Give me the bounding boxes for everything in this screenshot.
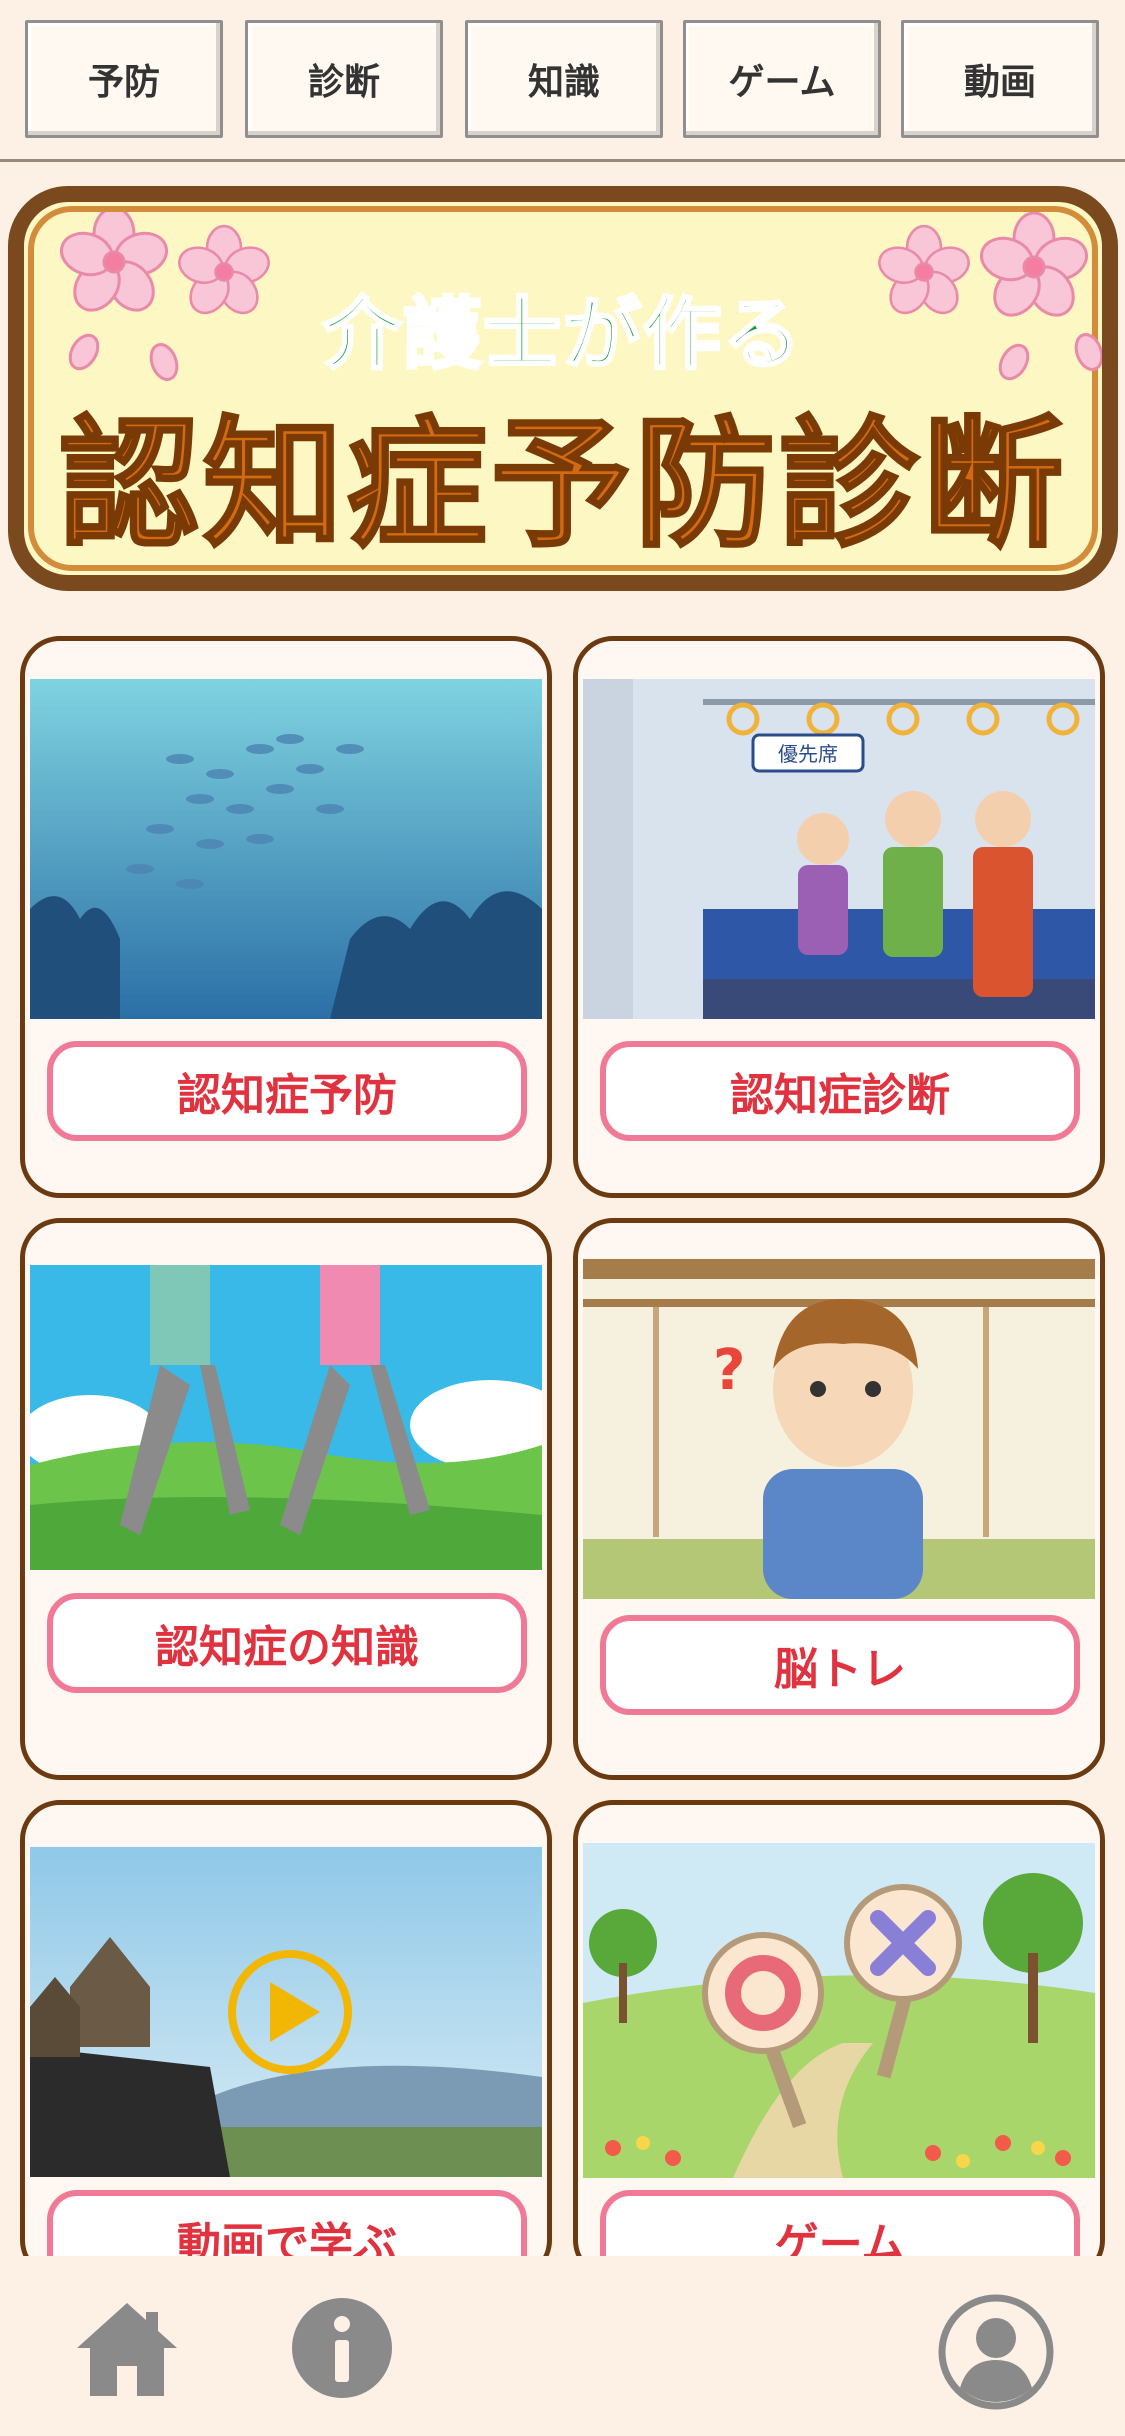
card-image-walking: [30, 1265, 542, 1570]
card-diagnosis[interactable]: 優先席 認知症診断: [573, 636, 1105, 1198]
tab-video[interactable]: 動画: [901, 20, 1099, 138]
tab-knowledge[interactable]: 知識: [465, 20, 663, 138]
home-icon[interactable]: [72, 2298, 182, 2398]
card-image-fish: [30, 679, 542, 1019]
card-video[interactable]: 動画で学ぶ: [20, 1800, 552, 2280]
hero-banner: 介護士が作る 認知症予防診断: [8, 186, 1118, 591]
banner-title: 認知症予防診断: [57, 403, 1067, 569]
card-button-diagnosis[interactable]: 認知症診断: [600, 1041, 1080, 1141]
card-game[interactable]: ゲーム: [573, 1800, 1105, 2280]
tab-prevention[interactable]: 予防: [25, 20, 223, 138]
card-brain-training[interactable]: ? 脳トレ: [573, 1218, 1105, 1780]
bottom-navigation-bar: [0, 2256, 1125, 2436]
card-image-train: 優先席: [583, 679, 1095, 1019]
top-tab-bar: 予防 診断 知識 ゲーム 動画: [0, 0, 1125, 162]
card-knowledge[interactable]: 認知症の知識: [20, 1218, 552, 1780]
question-mark-icon: ?: [713, 1338, 745, 1403]
card-image-thinking-man: ?: [583, 1259, 1095, 1599]
card-button-prevention[interactable]: 認知症予防: [47, 1041, 527, 1141]
card-prevention[interactable]: 認知症予防: [20, 636, 552, 1198]
banner-subtitle: 介護士が作る: [321, 289, 803, 382]
priority-seat-sign: 優先席: [778, 742, 838, 766]
tab-game[interactable]: ゲーム: [683, 20, 881, 138]
info-icon[interactable]: [290, 2296, 394, 2400]
card-button-brain-training[interactable]: 脳トレ: [600, 1615, 1080, 1715]
card-image-game-signs: [583, 1843, 1095, 2178]
tab-diagnosis[interactable]: 診断: [245, 20, 443, 138]
card-button-knowledge[interactable]: 認知症の知識: [47, 1593, 527, 1693]
card-image-house-video: [30, 1847, 542, 2177]
account-icon[interactable]: [938, 2294, 1054, 2410]
